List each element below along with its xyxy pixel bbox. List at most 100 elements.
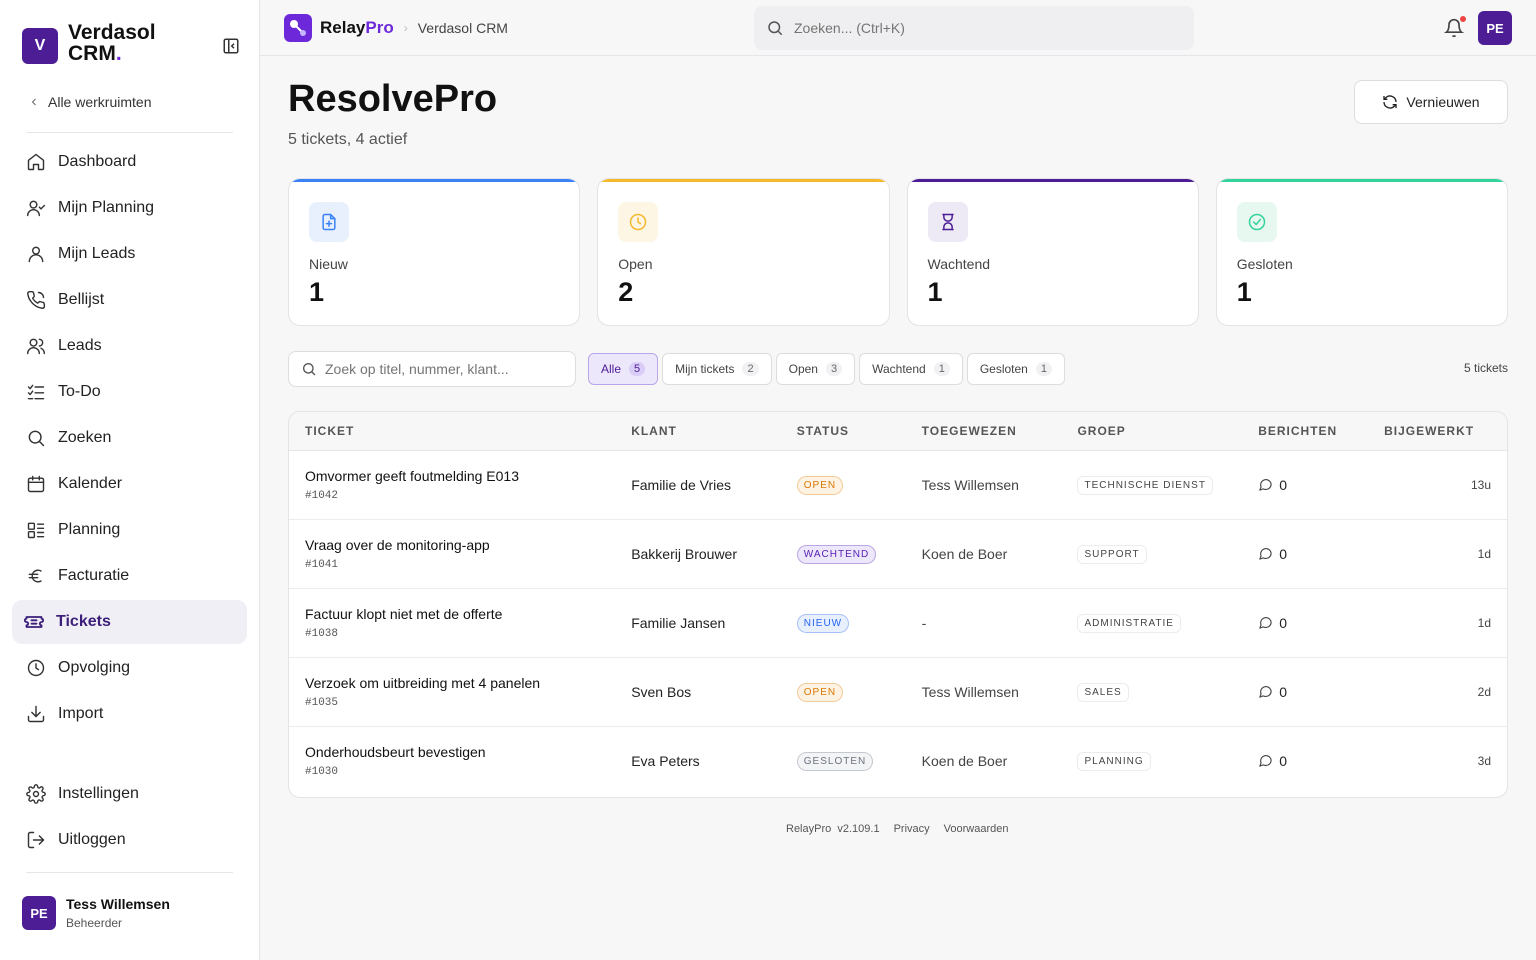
sidebar-item-import[interactable]: Import (12, 692, 247, 736)
message-icon (1259, 755, 1272, 767)
sidebar-item-zoeken[interactable]: Zoeken (12, 416, 247, 460)
terms-link[interactable]: Voorwaarden (944, 823, 1009, 835)
stat-card-nieuw[interactable]: Nieuw 1 (288, 178, 581, 326)
ticket-title[interactable]: Omvormer geeft foutmelding E013 (305, 468, 615, 484)
page-subtitle: 5 tickets, 4 actief (288, 131, 408, 148)
sidebar-item-dashboard[interactable]: Dashboard (12, 140, 247, 184)
card-accent-bar (1216, 179, 1507, 182)
table-row[interactable]: Factuur klopt niet met de offerte #1038 Fa… (289, 588, 1507, 658)
table-row[interactable]: Onderhoudsbeurt bevestigen #1030 Eva Peter… (289, 726, 1507, 795)
stat-cards: Nieuw 1 Open 2 Wachtend 1 Gesloten 1 (288, 178, 1508, 326)
table-row[interactable]: Omvormer geeft foutmelding E013 #1042 Fami… (289, 450, 1507, 520)
sidebar-item-label: Planning (58, 521, 121, 538)
column-header-berichten[interactable]: BERICHTEN (1242, 412, 1369, 451)
brand[interactable]: V Verdasol CRM. (22, 22, 188, 64)
group-cell: TECHNISCHE DIENST (1061, 450, 1243, 520)
client-cell: Eva Peters (631, 752, 700, 769)
privacy-link[interactable]: Privacy (894, 823, 930, 835)
column-header-ticket[interactable]: TICKET (289, 412, 616, 451)
sidebar-nav: Dashboard Mijn Planning Mijn Leads Bellijst… (12, 140, 247, 738)
sidebar-item-label: Mijn Planning (58, 199, 155, 216)
ticket-cell[interactable]: Vraag over de monitoring-app #1041 (289, 519, 616, 589)
sidebar-item-leads[interactable]: Leads (12, 324, 247, 368)
sidebar-item-label: Instellingen (58, 785, 139, 802)
sidebar-item-uitloggen[interactable]: Uitloggen (12, 818, 247, 862)
global-search-input[interactable] (794, 20, 1174, 36)
sidebar-item-tickets[interactable]: Tickets (12, 600, 247, 644)
filter-chip-wachtend[interactable]: Wachtend 1 (859, 353, 963, 385)
table-header-row: TICKET KLANT STATUS TOEGEWEZEN GROEP BERICHTE… (289, 412, 1507, 451)
app-logo[interactable]: RelayPro › Verdasol CRM (284, 14, 508, 42)
column-header-groep[interactable]: GROEP (1061, 412, 1243, 451)
table-row[interactable]: Vraag over de monitoring-app #1041 Bakkeri… (289, 519, 1507, 589)
group-badge: ADMINISTRATIE (1077, 613, 1181, 633)
download-icon (27, 705, 45, 723)
footer-version: v2.109.1 (837, 823, 880, 835)
back-to-workspaces-link[interactable]: Alle werkruimten (28, 94, 151, 110)
messages-cell: 0 (1242, 588, 1369, 658)
filter-chip-alle[interactable]: Alle 5 (588, 353, 659, 385)
ticket-cell[interactable]: Verzoek om uitbreiding met 4 panelen #103… (289, 657, 616, 727)
ticket-cell[interactable]: Onderhoudsbeurt bevestigen #1030 (289, 726, 615, 795)
column-header-bijgewerkt[interactable]: BIJGEWERKT (1368, 412, 1507, 451)
global-search[interactable] (754, 6, 1194, 50)
status-badge: WACHTEND (796, 544, 877, 564)
sidebar-item-planning[interactable]: Planning (12, 508, 247, 552)
notification-dot (1460, 16, 1466, 22)
user-profile[interactable]: PE Tess Willemsen Beheerder (22, 896, 170, 930)
sidebar-item-instellingen[interactable]: Instellingen (12, 772, 247, 816)
user-name: Tess Willemsen (66, 896, 170, 912)
page-title: ResolvePro (288, 78, 498, 120)
ticket-title[interactable]: Vraag over de monitoring-app (305, 537, 615, 553)
ticket-cell[interactable]: Factuur klopt niet met de offerte #1038 (289, 588, 616, 658)
message-count: 0 (1279, 545, 1288, 562)
filter-chip-open[interactable]: Open 3 (775, 353, 856, 385)
ticket-title[interactable]: Verzoek om uitbreiding met 4 panelen (305, 675, 615, 691)
sidebar-item-to-do[interactable]: To-Do (12, 370, 247, 414)
chip-count: 5 (629, 362, 646, 376)
updated-cell: 1d (1368, 588, 1507, 658)
chip-count: 1 (1035, 362, 1052, 376)
footer: RelayPro v2.109.1 Privacy Voorwaarden (786, 823, 1008, 835)
ticket-title[interactable]: Onderhoudsbeurt bevestigen (305, 744, 615, 760)
refresh-button[interactable]: Vernieuwen (1354, 80, 1508, 124)
stat-label: Gesloten (1236, 256, 1293, 272)
ticket-search[interactable] (288, 351, 576, 387)
sidebar-item-label: Bellijst (58, 291, 105, 308)
footer-app: RelayPro (786, 823, 832, 835)
ticket-number: #1038 (305, 627, 339, 640)
assignee-cell: Tess Willemsen (905, 450, 1062, 520)
sidebar-item-label: Kalender (58, 475, 123, 492)
filter-chip-gesloten[interactable]: Gesloten 1 (966, 353, 1065, 385)
status-badge: OPEN (796, 475, 844, 495)
avatar[interactable]: PE (1478, 11, 1512, 45)
file-plus-icon (322, 213, 336, 231)
column-header-klant[interactable]: KLANT (615, 412, 781, 451)
sidebar-item-kalender[interactable]: Kalender (12, 462, 247, 506)
ticket-cell[interactable]: Omvormer geeft foutmelding E013 #1042 (289, 450, 616, 520)
sidebar-item-bellijst[interactable]: Bellijst (12, 278, 247, 322)
sidebar-item-mijn-leads[interactable]: Mijn Leads (12, 232, 247, 276)
column-header-status[interactable]: STATUS (780, 412, 906, 451)
topbar: RelayPro › Verdasol CRM PE (260, 0, 1536, 56)
ticket-title[interactable]: Factuur klopt niet met de offerte (305, 606, 615, 622)
sidebar-item-label: Dashboard (58, 153, 137, 170)
ticket-search-input[interactable] (325, 361, 565, 377)
stat-card-open[interactable]: Open 2 (597, 178, 890, 326)
stat-card-gesloten[interactable]: Gesloten 1 (1215, 178, 1508, 326)
message-count: 0 (1279, 614, 1288, 631)
sidebar-item-facturatie[interactable]: Facturatie (12, 554, 247, 598)
table-row[interactable]: Verzoek om uitbreiding met 4 panelen #103… (289, 657, 1507, 727)
sidebar-item-opvolging[interactable]: Opvolging (12, 646, 247, 690)
card-icon (927, 202, 968, 242)
sidebar-item-mijn-planning[interactable]: Mijn Planning (12, 186, 247, 230)
sidebar-collapse-icon[interactable] (222, 37, 240, 55)
stat-card-wachtend[interactable]: Wachtend 1 (906, 178, 1199, 326)
breadcrumb[interactable]: Verdasol CRM (418, 20, 508, 36)
message-count: 0 (1279, 476, 1288, 493)
column-header-toegewezen[interactable]: TOEGEWEZEN (905, 412, 1062, 451)
filter-chips: Alle 5 Mijn tickets 2 Open 3 Wachtend 1 Gesloten… (588, 353, 1065, 385)
group-badge: SUPPORT (1077, 544, 1147, 564)
chevron-left-icon (31, 98, 36, 106)
filter-chip-mijn-tickets[interactable]: Mijn tickets 2 (662, 353, 772, 385)
